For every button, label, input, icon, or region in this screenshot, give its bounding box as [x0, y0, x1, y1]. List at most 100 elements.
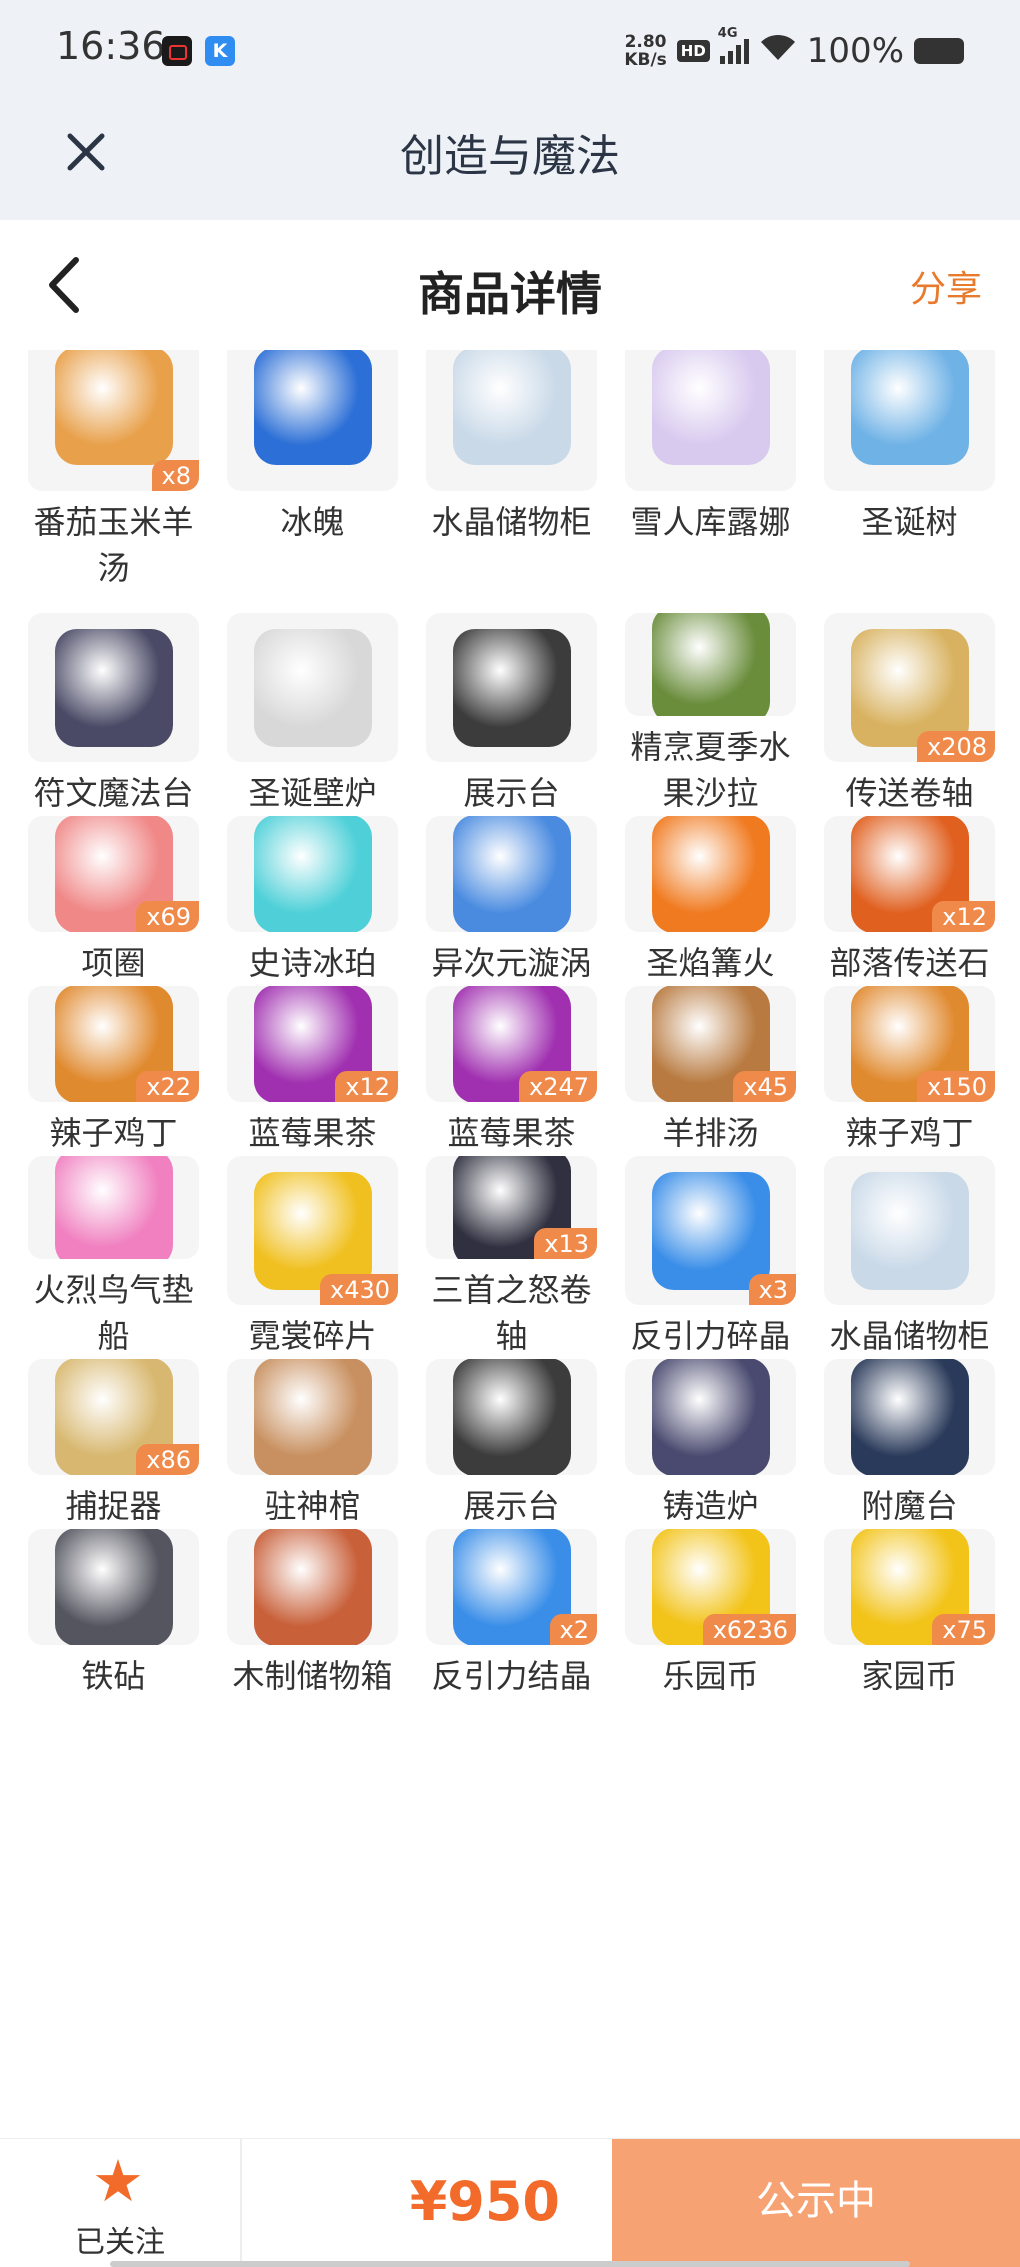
item-name: 木制储物箱	[232, 1657, 393, 1695]
item-quantity-badge: x208	[916, 731, 995, 762]
item-name: 三首之怒卷轴	[431, 1271, 592, 1355]
net-speed: 2.80 KB/s	[624, 33, 666, 69]
item-card[interactable]: x6236 乐园币	[625, 1529, 796, 1699]
item-quantity-badge: x12	[335, 1071, 398, 1102]
item-card[interactable]: x150 辣子鸡丁	[824, 986, 995, 1156]
share-button[interactable]: 分享	[910, 260, 982, 312]
item-card[interactable]: 圣焰篝火	[625, 816, 796, 986]
follow-button[interactable]: ★ 已关注	[0, 2139, 242, 2267]
item-thumbnail	[625, 350, 796, 491]
item-card[interactable]: x12 部落传送石	[824, 816, 995, 986]
item-image	[850, 628, 969, 747]
item-card[interactable]: x86 捕捉器	[28, 1359, 199, 1529]
item-thumbnail	[426, 1359, 597, 1475]
items-grid: x8 番茄玉米羊汤 冰魄 水晶储物柜 雪人库露娜 圣诞树 符文魔法台 圣诞壁炉 展示台 精烹夏季水…	[28, 350, 1000, 1699]
item-thumbnail: x22	[28, 986, 199, 1102]
net-speed-unit: KB/s	[624, 50, 667, 70]
item-card[interactable]: x13 三首之怒卷轴	[426, 1156, 597, 1359]
item-card[interactable]: 展示台	[426, 1359, 597, 1529]
item-image	[651, 350, 770, 465]
status-button[interactable]: 公示中	[612, 2139, 1020, 2267]
item-thumbnail: x247	[426, 986, 597, 1102]
item-thumbnail	[227, 816, 398, 932]
item-card[interactable]: 附魔台	[824, 1359, 995, 1529]
item-name: 辣子鸡丁	[49, 1114, 178, 1152]
item-thumbnail	[625, 1359, 796, 1475]
item-quantity-badge: x22	[136, 1071, 199, 1102]
item-name: 反引力结晶	[431, 1657, 592, 1695]
item-thumbnail: x13	[426, 1156, 597, 1259]
item-card[interactable]: 木制储物箱	[227, 1529, 398, 1699]
item-card[interactable]: 圣诞壁炉	[227, 613, 398, 816]
home-indicator	[110, 2261, 910, 2267]
item-name: 霓裳碎片	[248, 1317, 377, 1355]
item-thumbnail	[227, 350, 398, 491]
item-quantity-badge: x12	[932, 901, 995, 932]
item-card[interactable]: 水晶储物柜	[426, 350, 597, 613]
page-title: 商品详情	[418, 267, 602, 321]
item-image	[253, 1359, 372, 1475]
item-image	[850, 1171, 969, 1290]
item-card[interactable]: x12 蓝莓果茶	[227, 986, 398, 1156]
item-card[interactable]: x247 蓝莓果茶	[426, 986, 597, 1156]
item-card[interactable]: 雪人库露娜	[625, 350, 796, 613]
item-image	[850, 1359, 969, 1475]
item-card[interactable]: x3 反引力碎晶	[625, 1156, 796, 1359]
item-card[interactable]: 符文魔法台	[28, 613, 199, 816]
item-card[interactable]: 展示台	[426, 613, 597, 816]
item-card[interactable]: x8 番茄玉米羊汤	[28, 350, 199, 613]
item-name: 精烹夏季水果沙拉	[630, 728, 791, 812]
item-card[interactable]: x208 传送卷轴	[824, 613, 995, 816]
item-name: 符文魔法台	[33, 774, 194, 812]
item-thumbnail	[28, 613, 199, 762]
item-name: 圣诞树	[861, 503, 958, 541]
item-card[interactable]: 铁砧	[28, 1529, 199, 1699]
item-card[interactable]: x22 辣子鸡丁	[28, 986, 199, 1156]
item-card[interactable]: x75 家园币	[824, 1529, 995, 1699]
item-image	[850, 350, 969, 465]
battery-icon	[914, 38, 964, 64]
item-quantity-badge: x86	[136, 1444, 199, 1475]
item-card[interactable]: 水晶储物柜	[824, 1156, 995, 1359]
item-name: 家园币	[861, 1657, 958, 1695]
item-quantity-badge: x13	[534, 1228, 597, 1259]
item-name: 部落传送石	[829, 944, 990, 982]
item-thumbnail	[824, 1359, 995, 1475]
item-image	[651, 816, 770, 932]
item-thumbnail: x150	[824, 986, 995, 1102]
items-grid-viewport[interactable]: x8 番茄玉米羊汤 冰魄 水晶储物柜 雪人库露娜 圣诞树 符文魔法台 圣诞壁炉 展示台 精烹夏季水…	[0, 350, 1020, 2138]
item-card[interactable]: 铸造炉	[625, 1359, 796, 1529]
item-thumbnail	[28, 1156, 199, 1259]
item-image	[253, 350, 372, 465]
item-card[interactable]: x2 反引力结晶	[426, 1529, 597, 1699]
item-thumbnail: x8	[28, 350, 199, 491]
item-image	[651, 613, 770, 716]
item-name: 火烈鸟气垫船	[33, 1271, 194, 1355]
item-image	[54, 1529, 173, 1645]
item-name: 蓝莓果茶	[248, 1114, 377, 1152]
item-card[interactable]: 异次元漩涡	[426, 816, 597, 986]
app-title: 创造与魔法	[400, 131, 620, 182]
item-card[interactable]: 冰魄	[227, 350, 398, 613]
item-card[interactable]: 精烹夏季水果沙拉	[625, 613, 796, 816]
item-thumbnail: x69	[28, 816, 199, 932]
item-card[interactable]: 圣诞树	[824, 350, 995, 613]
item-card[interactable]: x69 项圈	[28, 816, 199, 986]
item-name: 圣诞壁炉	[248, 774, 377, 812]
item-thumbnail	[625, 816, 796, 932]
item-card[interactable]: x430 霓裳碎片	[227, 1156, 398, 1359]
item-image	[54, 628, 173, 747]
item-card[interactable]: 驻神棺	[227, 1359, 398, 1529]
item-name: 辣子鸡丁	[845, 1114, 974, 1152]
item-card[interactable]: 火烈鸟气垫船	[28, 1156, 199, 1359]
item-card[interactable]: x45 羊排汤	[625, 986, 796, 1156]
item-name: 水晶储物柜	[829, 1317, 990, 1355]
item-image	[54, 1156, 173, 1259]
item-name: 异次元漩涡	[431, 944, 592, 982]
k-app-icon: K	[205, 36, 235, 66]
item-image	[452, 816, 571, 932]
item-name: 雪人库露娜	[630, 503, 791, 541]
screen-record-icon	[162, 36, 192, 66]
item-thumbnail: x430	[227, 1156, 398, 1305]
item-card[interactable]: 史诗冰珀	[227, 816, 398, 986]
